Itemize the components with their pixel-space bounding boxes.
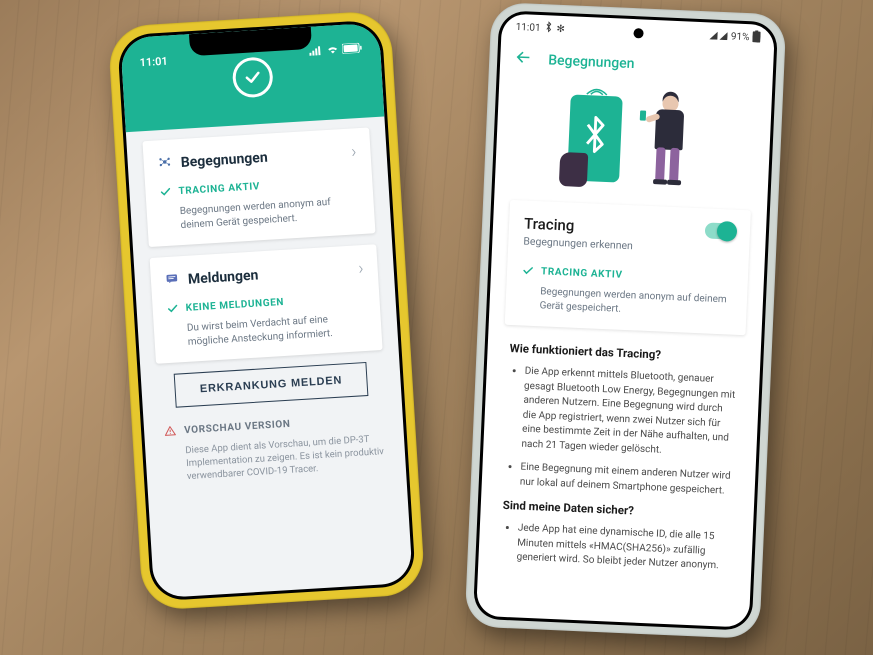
- reports-title: Meldungen: [187, 267, 258, 287]
- chevron-right-icon: ›: [350, 141, 357, 162]
- settings-icon: ✻: [556, 23, 565, 34]
- list-item: Eine Begegnung mit einem anderen Nutzer …: [520, 461, 734, 499]
- reports-status: KEINE MELDUNGEN: [185, 297, 284, 314]
- info-section: Wie funktioniert das Tracing? Die App er…: [478, 324, 761, 575]
- wifi-icon: [326, 44, 340, 58]
- report-illness-button[interactable]: ERKRANKUNG MELDEN: [174, 362, 369, 408]
- illustration: [495, 79, 773, 201]
- info-q2: Sind meine Daten sicher?: [503, 498, 732, 522]
- list-item: Jede App hat eine dynamische ID, die all…: [516, 522, 731, 575]
- tracing-desc: Begegnungen werden anonym auf deinem Ger…: [539, 285, 732, 320]
- preview-title: VORSCHAU VERSION: [184, 419, 291, 436]
- encounters-card[interactable]: Begegnungen › TRACING AKTIV Begegnungen …: [142, 127, 375, 247]
- battery-icon: [752, 30, 761, 45]
- encounters-title: Begegnungen: [180, 149, 268, 170]
- info-a1-list: Die App erkennt mittels Bluetooth, genau…: [504, 364, 738, 499]
- check-icon: [522, 261, 535, 281]
- tracing-card: Tracing Begegnungen erkennen TRACING AKT…: [505, 200, 751, 335]
- android-bezel: 11:01 ✻ 91%: [473, 10, 778, 631]
- battery-icon: [342, 43, 363, 57]
- main-content: Begegnungen › TRACING AKTIV Begegnungen …: [126, 116, 407, 498]
- info-a2-list: Jede App hat eine dynamische ID, die all…: [500, 521, 731, 574]
- signal-waves-icon: [581, 81, 611, 94]
- preview-desc: Diese App dient als Vorschau, um die DP-…: [185, 433, 386, 484]
- tracing-toggle[interactable]: [705, 222, 736, 239]
- info-q1: Wie funktioniert das Tracing?: [509, 341, 738, 365]
- warning-icon: [164, 422, 177, 442]
- reports-icon: [164, 270, 179, 290]
- encounters-status: TRACING AKTIV: [178, 181, 260, 197]
- iphone-screen: 11:01: [120, 23, 413, 599]
- tracing-status: TRACING AKTIV: [541, 266, 623, 281]
- chevron-right-icon: ›: [358, 258, 365, 279]
- signal-icon: [710, 29, 729, 43]
- back-icon[interactable]: [514, 48, 533, 71]
- iphone-yellow-case: 11:01: [107, 10, 425, 611]
- encounters-icon: [157, 154, 172, 174]
- iphone-bezel: 11:01: [117, 19, 416, 601]
- bluetooth-icon: [544, 21, 553, 35]
- tracing-subtitle: Begegnungen erkennen: [523, 234, 633, 252]
- status-time: 11:01: [515, 21, 540, 33]
- illus-phone-icon: [567, 94, 623, 182]
- android-light-case: 11:01 ✻ 91%: [465, 2, 787, 639]
- status-time: 11:01: [139, 55, 168, 70]
- illus-hand: [558, 152, 587, 187]
- check-icon: [159, 183, 172, 203]
- battery-text: 91%: [731, 31, 750, 43]
- list-item: Die App erkennt mittels Bluetooth, genau…: [521, 365, 738, 461]
- appbar-title: Begegnungen: [548, 52, 635, 72]
- signal-icon: [309, 45, 324, 59]
- check-icon: [166, 299, 179, 319]
- reports-desc: Du wirst beim Verdacht auf eine mögliche…: [187, 311, 368, 349]
- reports-card[interactable]: Meldungen › KEINE MELDUNGEN Du wirst bei…: [150, 244, 383, 364]
- android-screen: 11:01 ✻ 91%: [476, 13, 775, 627]
- tracing-title: Tracing: [524, 214, 634, 237]
- preview-block: VORSCHAU VERSION Diese App dient als Vor…: [160, 409, 390, 485]
- illus-person: [636, 90, 700, 193]
- encounters-desc: Begegnungen werden anonym auf deinem Ger…: [179, 194, 360, 232]
